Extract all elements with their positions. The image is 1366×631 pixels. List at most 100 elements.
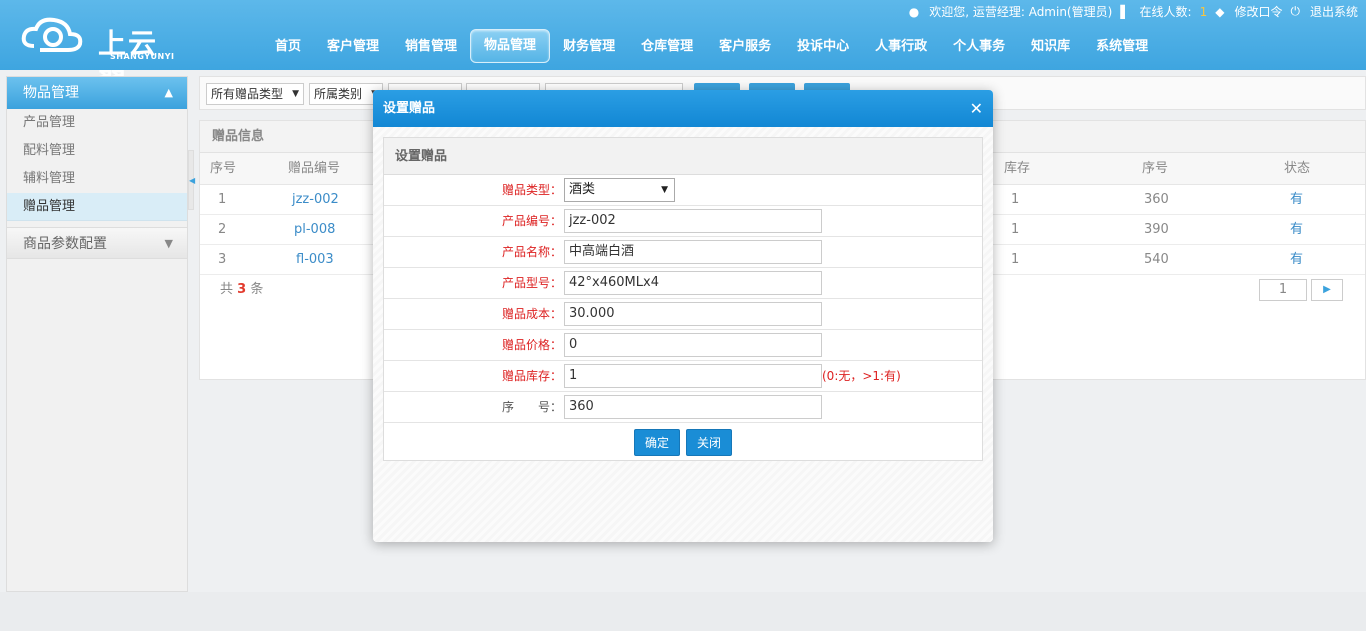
next-page-icon[interactable]: ▶ bbox=[1311, 279, 1343, 301]
nav-service[interactable]: 客户服务 bbox=[706, 29, 784, 65]
gift-type-filter[interactable]: 所有赠品类型 ▼ bbox=[206, 83, 304, 105]
online-count: 1 bbox=[1199, 4, 1208, 19]
form-row-code: 产品编号： jzz-002 bbox=[384, 206, 982, 237]
gift-stock-label: 赠品库存： bbox=[501, 369, 562, 383]
gift-type-value: 酒类 bbox=[569, 182, 596, 197]
form-row-type: 赠品类型： 酒类 ▼ bbox=[384, 175, 982, 206]
top-links: ● 欢迎您, 运营经理: Admin(管理员) ▌ 在线人数: 1 ◆ 修改口令… bbox=[909, 3, 1358, 20]
row-code-link[interactable]: pl-008 bbox=[294, 215, 335, 245]
online-label: 在线人数: bbox=[1139, 5, 1192, 19]
col-code: 赠品编号 bbox=[288, 161, 341, 176]
logout-link[interactable]: 退出系统 bbox=[1310, 3, 1358, 20]
nav-personal[interactable]: 个人事务 bbox=[940, 29, 1018, 65]
sidebar-section-params[interactable]: 商品参数配置 ▼ bbox=[7, 227, 187, 259]
product-model-label: 产品型号： bbox=[501, 276, 562, 290]
total-prefix: 共 bbox=[220, 282, 234, 297]
row-status: 有 bbox=[1290, 252, 1304, 267]
row-stock: 1 bbox=[1011, 222, 1020, 237]
form-row-cost: 赠品成本： 30.000 bbox=[384, 299, 982, 330]
row-code-link[interactable]: fl-003 bbox=[296, 245, 334, 275]
sidebar-section-goods[interactable]: 物品管理 ▲ bbox=[7, 77, 187, 109]
col-seq: 序号 bbox=[1142, 161, 1169, 176]
row-status: 有 bbox=[1290, 192, 1304, 207]
row-code-link[interactable]: jzz-002 bbox=[292, 185, 339, 215]
page-number-input[interactable]: 1 bbox=[1259, 279, 1307, 301]
gift-price-input[interactable]: 0 bbox=[564, 333, 822, 357]
user-icon: ● bbox=[908, 4, 920, 19]
page-bottom bbox=[0, 592, 1366, 631]
form-row-stock: 赠品库存： 1 (0:无，>1:有) bbox=[384, 361, 982, 392]
sidebar-item-ingredients[interactable]: 配料管理 bbox=[7, 137, 187, 165]
dialog-body: 设置赠品 赠品类型： 酒类 ▼ 产品编号： jzz-002 产品名称： 中高端白… bbox=[373, 127, 993, 542]
nav-system[interactable]: 系统管理 bbox=[1083, 29, 1161, 65]
chevron-up-icon: ▲ bbox=[164, 86, 173, 99]
col-no: 序号 bbox=[210, 161, 237, 176]
product-model-input[interactable]: 42°x460MLx4 bbox=[564, 271, 822, 295]
sidebar: 物品管理 ▲ 产品管理 配料管理 辅料管理 赠品管理 商品参数配置 ▼ bbox=[6, 76, 188, 592]
row-no: 1 bbox=[218, 192, 227, 207]
gift-stock-hint: (0:无，>1:有) bbox=[822, 369, 901, 383]
sidebar-item-accessories[interactable]: 辅料管理 bbox=[7, 165, 187, 193]
row-no: 2 bbox=[218, 222, 227, 237]
power-icon: ⏻ bbox=[1290, 4, 1300, 18]
form-title: 设置赠品 bbox=[384, 138, 982, 175]
product-code-input[interactable]: jzz-002 bbox=[564, 209, 822, 233]
form-row-name: 产品名称： 中高端白酒 bbox=[384, 237, 982, 268]
nav-hr[interactable]: 人事行政 bbox=[862, 29, 940, 65]
top-header: 上云翼 SHANGYUNYI ● 欢迎您, 运营经理: Admin(管理员) ▌… bbox=[0, 0, 1366, 100]
row-seq: 360 bbox=[1144, 192, 1169, 207]
welcome-text: 欢迎您, 运营经理: Admin(管理员) bbox=[929, 5, 1113, 19]
tag-icon: ◆ bbox=[1215, 4, 1225, 19]
row-stock: 1 bbox=[1011, 252, 1020, 267]
row-no: 3 bbox=[218, 252, 227, 267]
change-password-link[interactable]: 修改口令 bbox=[1234, 3, 1282, 20]
dropdown-arrow-icon: ▼ bbox=[661, 185, 668, 195]
sidebar-collapse-handle[interactable]: ◀ bbox=[188, 150, 195, 210]
form-row-price: 赠品价格： 0 bbox=[384, 330, 982, 361]
nav-finance[interactable]: 财务管理 bbox=[550, 29, 628, 65]
brand-subtitle: SHANGYUNYI bbox=[110, 52, 175, 61]
dialog-header: 设置赠品 ✕ bbox=[373, 90, 993, 127]
nav-customers[interactable]: 客户管理 bbox=[314, 29, 392, 65]
gift-cost-input[interactable]: 30.000 bbox=[564, 302, 822, 326]
confirm-button[interactable]: 确定 bbox=[634, 429, 680, 456]
nav-complaints[interactable]: 投诉中心 bbox=[784, 29, 862, 65]
nav-goods[interactable]: 物品管理 bbox=[470, 29, 551, 63]
gift-type-label: 赠品类型： bbox=[501, 183, 562, 197]
form-actions: 确定 关闭 bbox=[384, 423, 982, 461]
product-name-input[interactable]: 中高端白酒 bbox=[564, 240, 822, 264]
gift-type-select[interactable]: 酒类 ▼ bbox=[564, 178, 675, 202]
gift-form: 设置赠品 赠品类型： 酒类 ▼ 产品编号： jzz-002 产品名称： 中高端白… bbox=[383, 137, 983, 461]
sidebar-item-products[interactable]: 产品管理 bbox=[7, 109, 187, 137]
form-row-model: 产品型号： 42°x460MLx4 bbox=[384, 268, 982, 299]
col-status: 状态 bbox=[1284, 161, 1311, 176]
category-filter[interactable]: 所属类别▼ bbox=[309, 83, 383, 105]
row-status: 有 bbox=[1290, 222, 1304, 237]
close-icon[interactable]: ✕ bbox=[970, 90, 983, 127]
gift-type-filter-value: 所有赠品类型 bbox=[211, 87, 284, 101]
form-row-seq: 序 号： 360 bbox=[384, 392, 982, 423]
row-seq: 540 bbox=[1144, 252, 1169, 267]
total-count: 共 3 条 bbox=[220, 275, 263, 305]
online-icon: ▌ bbox=[1120, 4, 1130, 19]
nav-home[interactable]: 首页 bbox=[262, 29, 314, 65]
set-gift-dialog: 设置赠品 ✕ 设置赠品 赠品类型： 酒类 ▼ 产品编号： jzz-002 产品名… bbox=[373, 90, 993, 542]
row-stock: 1 bbox=[1011, 192, 1020, 207]
col-stock: 库存 bbox=[1004, 161, 1031, 176]
brand-logo[interactable]: 上云翼 SHANGYUNYI bbox=[20, 12, 180, 100]
chevron-down-icon: ▼ bbox=[164, 237, 173, 250]
sidebar-section-label: 物品管理 bbox=[23, 85, 79, 101]
product-name-label: 产品名称： bbox=[501, 245, 562, 259]
cloud-logo-icon bbox=[21, 17, 83, 52]
category-filter-value: 所属类别 bbox=[314, 87, 363, 101]
nav-sales[interactable]: 销售管理 bbox=[392, 29, 470, 65]
sidebar-item-gifts[interactable]: 赠品管理 bbox=[7, 193, 187, 221]
seq-input[interactable]: 360 bbox=[564, 395, 822, 419]
nav-knowledge[interactable]: 知识库 bbox=[1018, 29, 1083, 65]
gift-stock-input[interactable]: 1 bbox=[564, 364, 822, 388]
nav-warehouse[interactable]: 仓库管理 bbox=[628, 29, 706, 65]
total-suffix: 条 bbox=[250, 282, 264, 297]
dialog-title: 设置赠品 bbox=[383, 101, 436, 116]
gift-price-label: 赠品价格： bbox=[501, 338, 562, 352]
close-button[interactable]: 关闭 bbox=[686, 429, 732, 456]
